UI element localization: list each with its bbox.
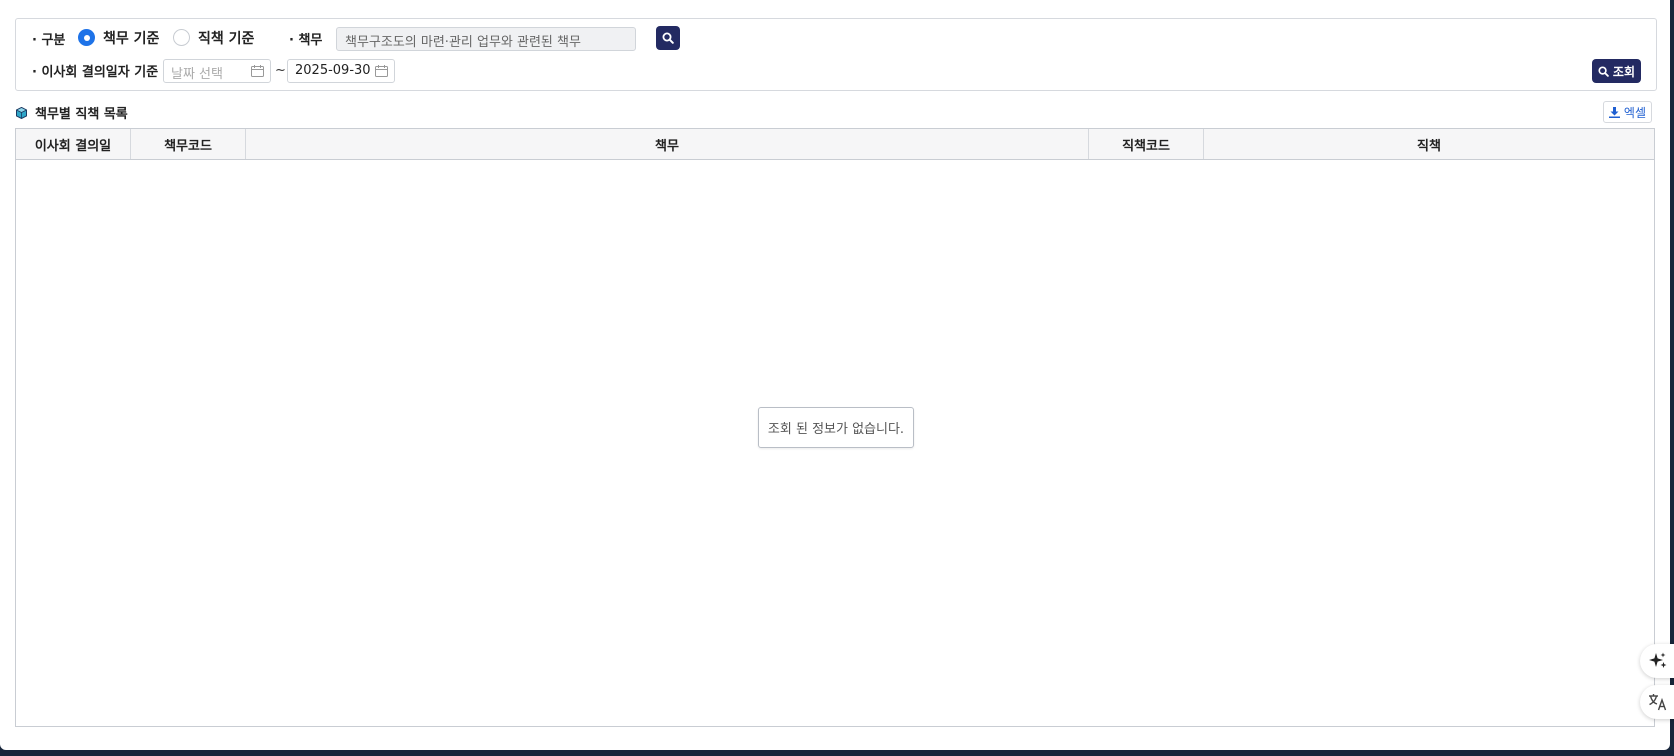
column-header-position-code[interactable]: 직책코드 [1089, 129, 1204, 159]
date-label: · 이사회 결의일자 기준 [32, 65, 159, 80]
excel-button-label: 엑셀 [1623, 105, 1646, 120]
radio-duty-basis-label[interactable]: 책무 기준 [103, 28, 159, 48]
cube-icon [16, 106, 27, 119]
sparkle-icon [1649, 652, 1667, 668]
date-to-input[interactable]: 2025-09-30 [287, 59, 395, 83]
column-header-duty[interactable]: 책무 [246, 129, 1089, 159]
search-icon [1598, 65, 1609, 77]
translate-icon [1649, 694, 1667, 711]
grid-header: 이사회 결의일 책무코드 책무 직책코드 직책 [16, 129, 1654, 160]
column-header-board-resolution-date[interactable]: 이사회 결의일 [16, 129, 131, 159]
type-label: · 구분 [32, 33, 66, 48]
column-header-duty-code[interactable]: 책무코드 [131, 129, 246, 159]
search-icon [662, 32, 674, 44]
empty-message: 조회 된 정보가 없습니다. [758, 407, 914, 448]
duty-label: · 책무 [289, 33, 323, 48]
date-separator: ~ [275, 63, 286, 78]
section-header: 책무별 직책 목록 [16, 103, 128, 122]
radio-position-basis-label[interactable]: 직책 기준 [198, 28, 254, 48]
ai-assistant-button[interactable] [1640, 644, 1674, 678]
radio-position-basis[interactable] [173, 29, 190, 46]
page-frame: · 구분 책무 기준 직책 기준 · 책무 책무구조도의 마련·관리 업무와 관… [0, 0, 1674, 750]
date-from-placeholder: 날짜 선택 [171, 67, 223, 82]
duty-search-button[interactable] [656, 26, 680, 50]
query-button[interactable]: 조회 [1591, 59, 1641, 83]
duty-input[interactable]: 책무구조도의 마련·관리 업무와 관련된 책무 [336, 27, 636, 51]
excel-download-button[interactable]: 엑셀 [1602, 101, 1652, 123]
calendar-icon[interactable] [251, 65, 264, 77]
section-title: 책무별 직책 목록 [35, 107, 128, 122]
date-from-input[interactable]: 날짜 선택 [163, 59, 271, 83]
query-button-label: 조회 [1612, 64, 1635, 79]
calendar-icon[interactable] [375, 65, 388, 77]
translate-button[interactable] [1640, 685, 1674, 719]
duty-position-grid: 이사회 결의일 책무코드 책무 직책코드 직책 조회 된 정보가 없습니다. [15, 128, 1655, 727]
search-panel: · 구분 책무 기준 직책 기준 · 책무 책무구조도의 마련·관리 업무와 관… [15, 18, 1657, 91]
date-to-value: 2025-09-30 [295, 63, 371, 78]
column-header-position[interactable]: 직책 [1204, 129, 1654, 159]
download-icon [1608, 106, 1620, 118]
radio-duty-basis[interactable] [78, 29, 95, 46]
